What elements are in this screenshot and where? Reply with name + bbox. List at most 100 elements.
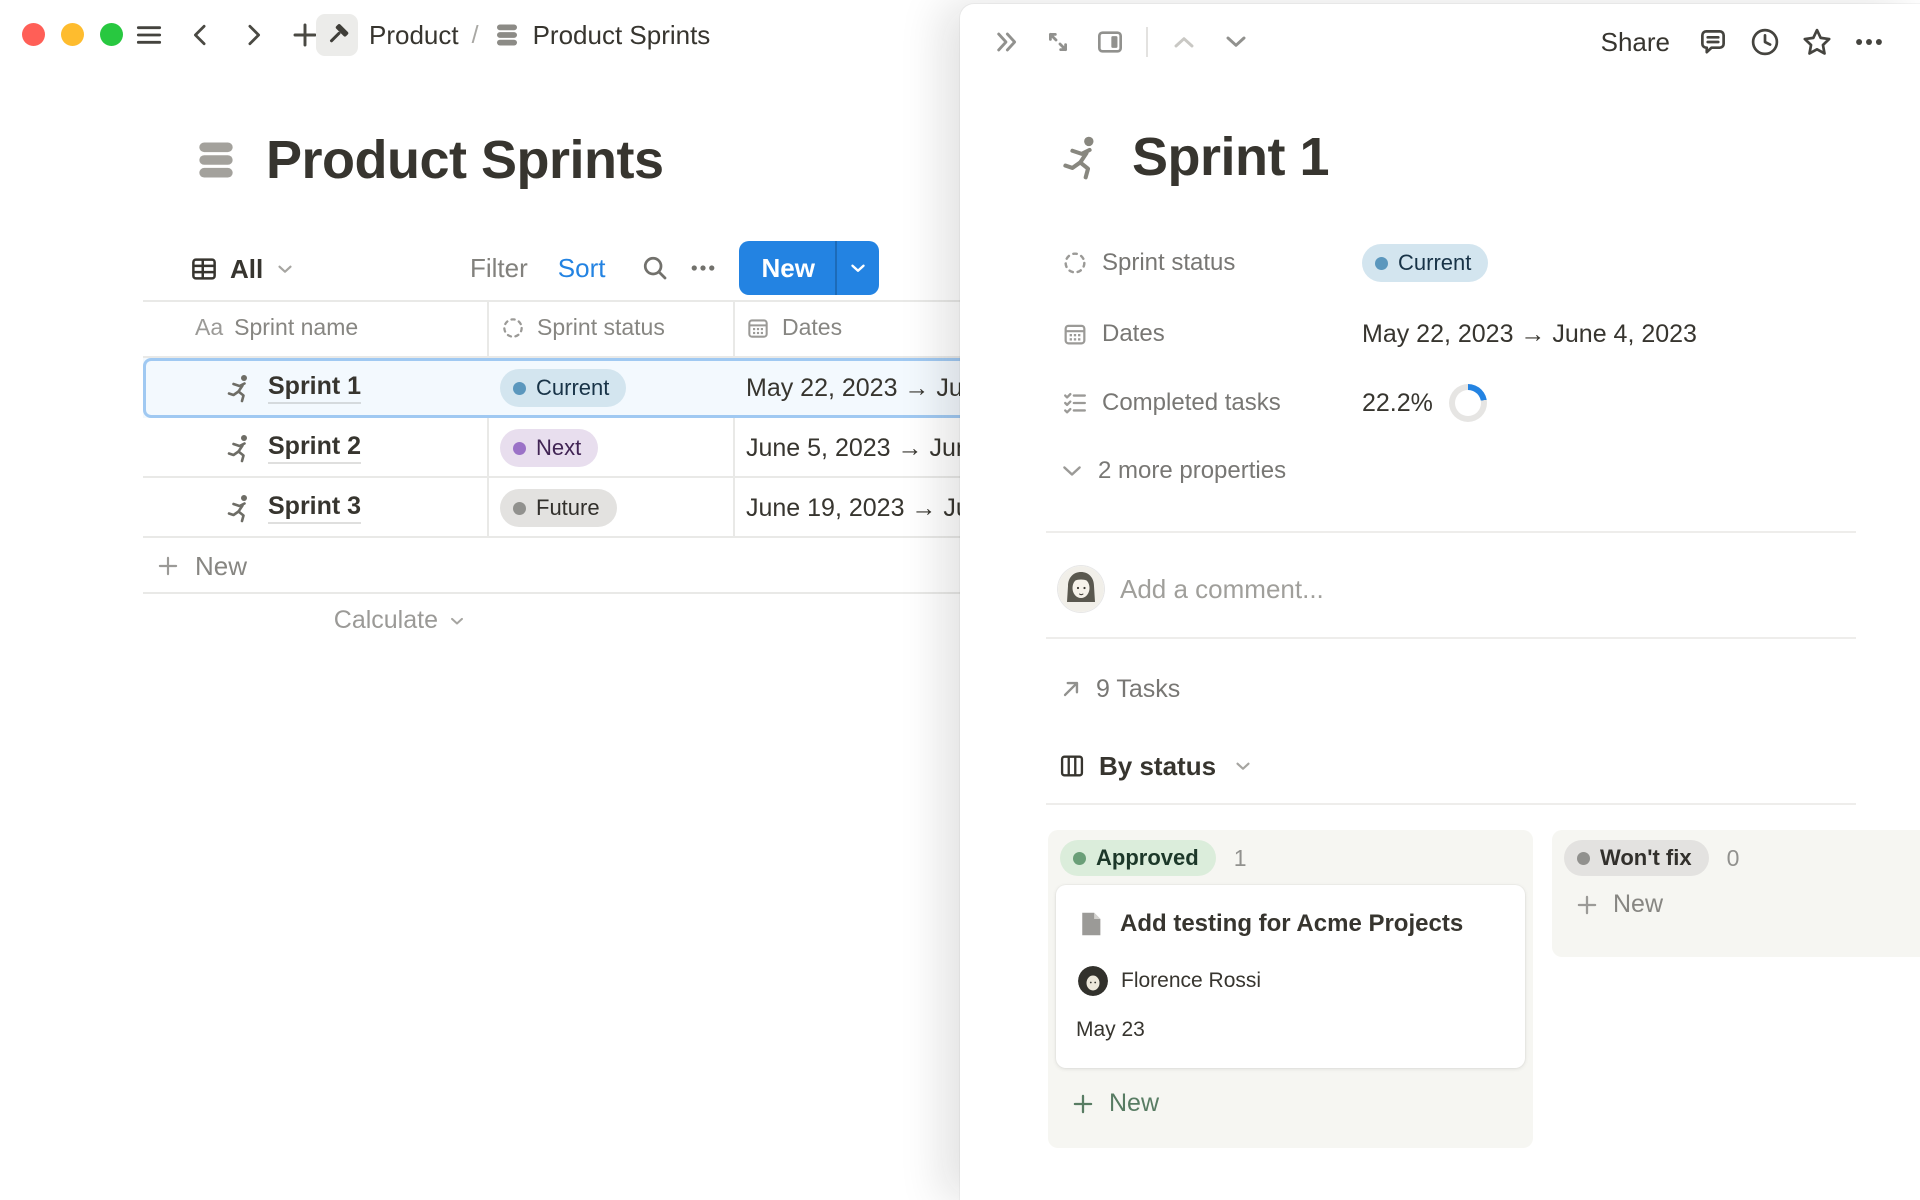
previous-record-button[interactable] — [1160, 18, 1208, 66]
text-property-icon: Aa — [195, 314, 223, 341]
board-new-card-button[interactable]: New — [1552, 890, 1920, 919]
status-label: Future — [536, 495, 600, 521]
sort-button[interactable]: Sort — [558, 253, 606, 284]
status-label: Current — [536, 375, 609, 401]
page-icon — [1076, 909, 1106, 939]
double-chevron-right-icon — [990, 26, 1022, 58]
board-column-header[interactable]: Approved 1 — [1048, 830, 1533, 876]
window-controls — [22, 23, 123, 46]
expand-page-button[interactable] — [1034, 18, 1082, 66]
search-icon — [640, 253, 670, 283]
status-dot — [513, 382, 526, 395]
view-tab-label: All — [230, 254, 263, 285]
page-title[interactable]: Product Sprints — [266, 129, 664, 191]
cell-sprint-name[interactable]: Sprint 2 — [143, 432, 487, 464]
dates-value[interactable]: May 22, 2023 → June 4, 2023 — [1362, 320, 1697, 349]
add-comment-row[interactable]: Add a comment... — [1058, 564, 1324, 614]
calculate-button[interactable]: Calculate — [143, 606, 467, 635]
column-header-label: Sprint status — [537, 314, 665, 341]
favorite-button[interactable] — [1794, 19, 1840, 65]
divider — [1046, 637, 1856, 639]
cell-sprint-name[interactable]: Sprint 1 — [143, 372, 487, 404]
cell-dates[interactable]: June 19, 2023 → July 2, 2023 — [733, 494, 960, 523]
more-properties-button[interactable]: 2 more properties — [1058, 449, 1286, 493]
sidebar-toggle-button[interactable] — [126, 12, 172, 58]
cell-dates[interactable]: May 22, 2023 → June 4, 2023 — [733, 374, 960, 403]
peek-title-row: Sprint 1 — [1056, 126, 1329, 188]
ellipsis-icon — [1852, 25, 1886, 59]
property-row-dates[interactable]: Dates May 22, 2023 → June 4, 2023 — [1058, 310, 1697, 358]
board-view-icon — [1058, 752, 1086, 780]
status-pill: Next — [500, 429, 598, 467]
group-pill[interactable]: Approved — [1060, 840, 1216, 876]
property-row-sprint-status[interactable]: Sprint status Current — [1058, 239, 1488, 287]
cell-sprint-status[interactable]: Next — [487, 429, 733, 467]
row-title[interactable]: Sprint 1 — [268, 372, 361, 404]
close-peek-button[interactable] — [982, 18, 1030, 66]
card-date: May 23 — [1076, 1018, 1145, 1042]
divider — [1046, 803, 1856, 805]
forward-button[interactable] — [230, 12, 276, 58]
database-icon-large[interactable] — [191, 135, 241, 185]
comment-placeholder: Add a comment... — [1120, 574, 1324, 605]
property-label: Sprint status — [1102, 249, 1362, 277]
next-record-button[interactable] — [1212, 18, 1260, 66]
view-tab-all[interactable]: All — [189, 244, 296, 294]
chevron-down-icon — [447, 611, 467, 631]
board-new-card-button[interactable]: New — [1048, 1089, 1533, 1118]
comments-button[interactable] — [1690, 19, 1736, 65]
updates-button[interactable] — [1742, 19, 1788, 65]
comment-bubble-icon — [1696, 25, 1730, 59]
close-window-button[interactable] — [22, 23, 45, 46]
cell-sprint-status[interactable]: Future — [487, 489, 733, 527]
breadcrumb-item-product-sprints[interactable]: Product Sprints — [492, 20, 711, 51]
property-row-completed-tasks[interactable]: Completed tasks 22.2% — [1058, 379, 1487, 427]
breadcrumb-item-product[interactable]: Product — [316, 14, 459, 56]
peek-nav — [982, 18, 1260, 66]
search-button[interactable] — [631, 244, 679, 292]
new-record-dropdown[interactable] — [837, 241, 879, 295]
column-header-sprint-name[interactable]: Aa Sprint name — [195, 314, 358, 341]
new-record-button[interactable]: New — [739, 241, 878, 295]
peek-page-title[interactable]: Sprint 1 — [1132, 126, 1329, 188]
group-count: 0 — [1727, 845, 1740, 872]
expand-diagonal-icon — [1042, 26, 1074, 58]
status-pill[interactable]: Current — [1362, 244, 1488, 282]
board-view-tab[interactable]: By status — [1058, 744, 1254, 788]
property-label: Completed tasks — [1102, 389, 1362, 417]
minimize-window-button[interactable] — [61, 23, 84, 46]
table-new-row-button[interactable]: New — [143, 540, 960, 592]
cell-dates[interactable]: June 5, 2023 → June 18, 2023 — [733, 434, 960, 463]
table-row-sprint-2[interactable]: Sprint 2 Next June 5, 2023 → June 18, 20… — [143, 418, 960, 478]
completed-tasks-value[interactable]: 22.2% — [1362, 389, 1433, 418]
assignee-name: Florence Rossi — [1121, 969, 1261, 993]
zoom-window-button[interactable] — [100, 23, 123, 46]
status-dot — [513, 442, 526, 455]
board-card[interactable]: Add testing for Acme Projects Florence R… — [1056, 885, 1525, 1068]
side-peek-mode-button[interactable] — [1086, 18, 1134, 66]
calculate-label: Calculate — [334, 606, 438, 635]
share-button[interactable]: Share — [1587, 18, 1684, 66]
runner-icon[interactable] — [1056, 132, 1106, 182]
table-row-sprint-3[interactable]: Sprint 3 Future June 19, 2023 → July 2, … — [143, 478, 960, 538]
column-header-label: Dates — [782, 314, 842, 341]
view-options-button[interactable] — [679, 244, 727, 292]
page-options-button[interactable] — [1846, 19, 1892, 65]
column-header-dates[interactable]: Dates — [745, 314, 842, 341]
tasks-backlink[interactable]: 9 Tasks — [1058, 668, 1180, 710]
table-row-sprint-1[interactable]: Sprint 1 Current May 22, 2023 → June 4, … — [143, 358, 960, 418]
board-column-header[interactable]: Won't fix 0 — [1552, 830, 1920, 876]
new-record-label[interactable]: New — [739, 253, 834, 284]
filter-button[interactable]: Filter — [470, 253, 528, 284]
row-title[interactable]: Sprint 2 — [268, 432, 361, 464]
group-pill[interactable]: Won't fix — [1564, 840, 1709, 876]
cell-sprint-name[interactable]: Sprint 3 — [143, 492, 487, 524]
back-button[interactable] — [178, 12, 224, 58]
cell-sprint-status[interactable]: Current — [487, 369, 733, 407]
new-row-label: New — [195, 551, 247, 582]
side-peek-panel: Share Sprint 1 Sprint s — [960, 4, 1920, 1200]
row-title[interactable]: Sprint 3 — [268, 492, 361, 524]
card-title[interactable]: Add testing for Acme Projects — [1120, 910, 1463, 938]
column-header-sprint-status[interactable]: Sprint status — [500, 314, 665, 341]
board-new-label: New — [1613, 890, 1663, 919]
